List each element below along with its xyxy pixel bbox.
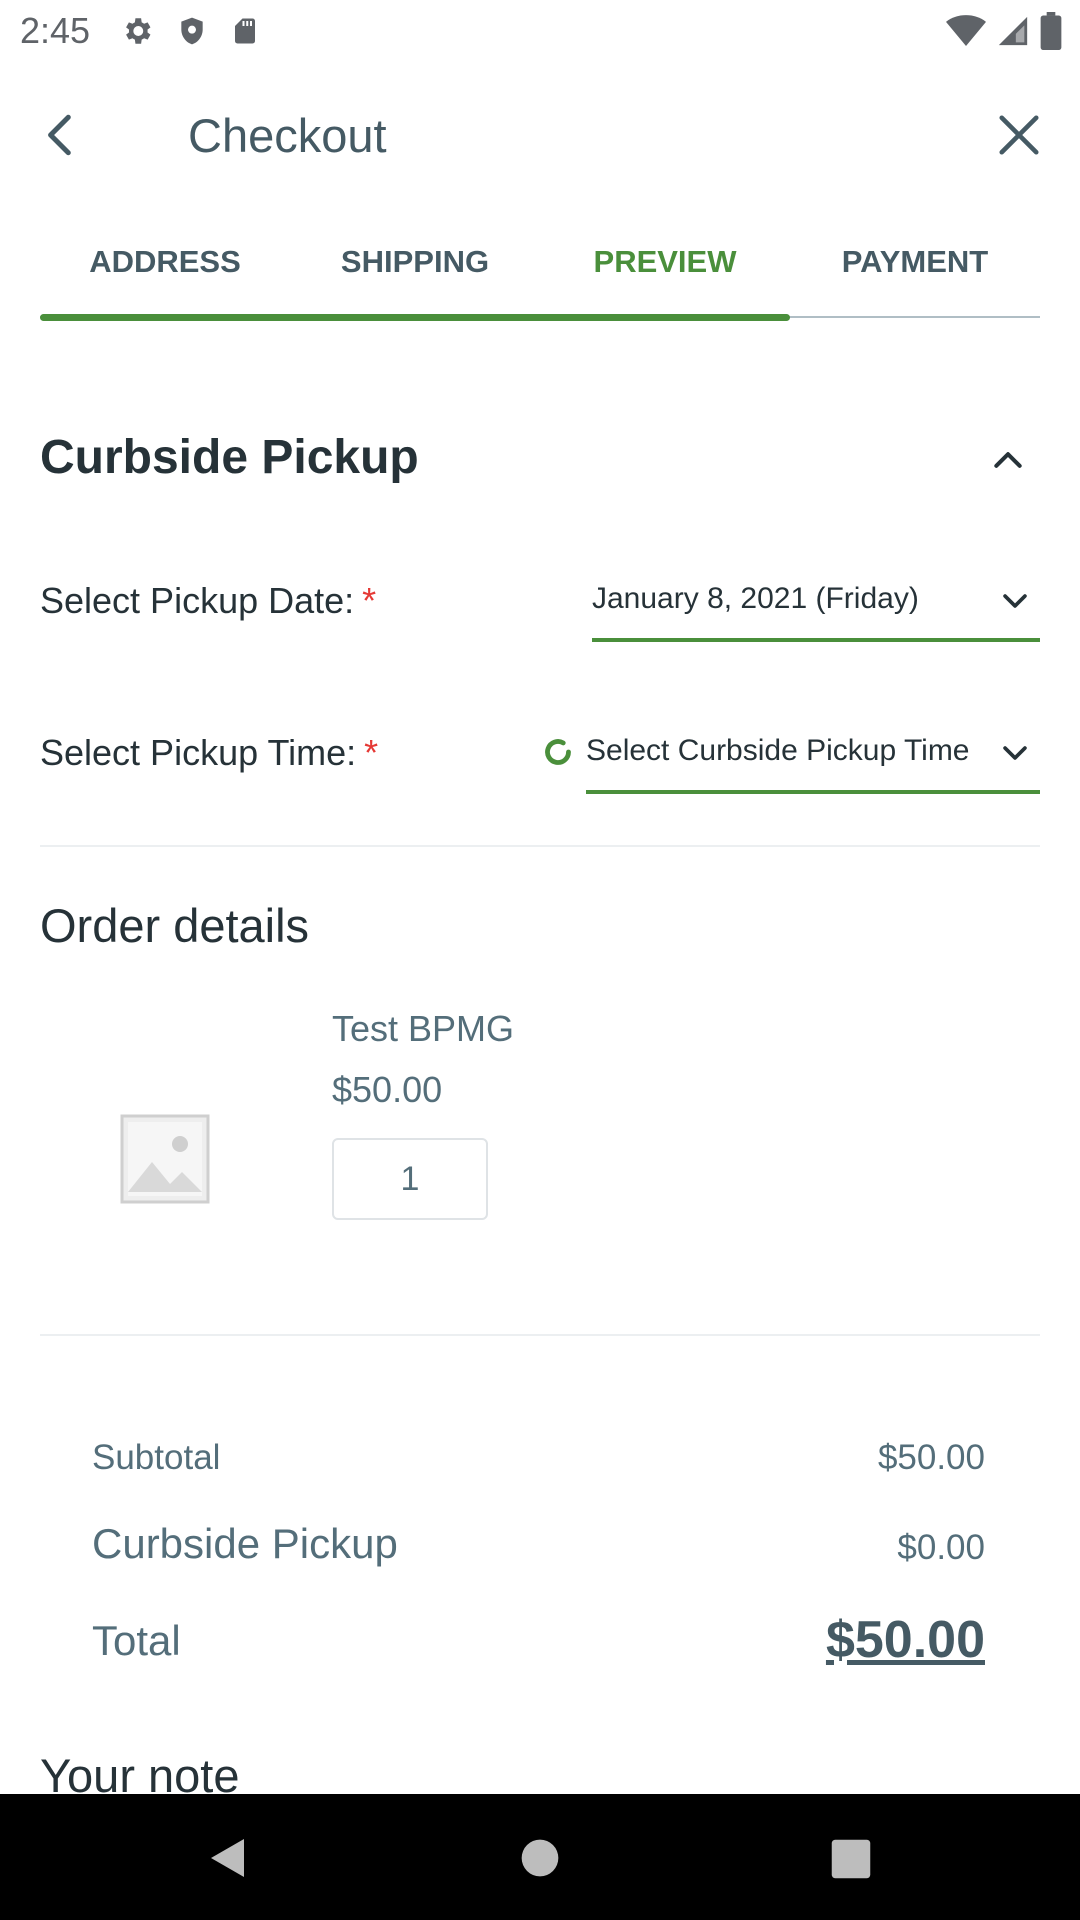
curbside-pickup-value: $0.00	[897, 1528, 985, 1567]
subtotal-label: Subtotal	[92, 1438, 221, 1477]
battery-icon	[1040, 12, 1062, 50]
tab-shipping[interactable]: SHIPPING	[290, 244, 540, 280]
subtotal-value: $50.00	[877, 1438, 985, 1477]
pickup-time-placeholder: Select Curbside Pickup Time	[586, 734, 970, 767]
divider	[40, 1334, 1040, 1336]
nav-recents-icon[interactable]	[830, 1838, 872, 1880]
wifi-icon	[946, 15, 986, 46]
status-right-icons	[946, 12, 1062, 50]
status-time: 2:45	[20, 10, 91, 51]
required-mark: *	[364, 732, 379, 773]
pickup-time-label: Select Pickup Time: *	[40, 732, 378, 774]
quantity-input[interactable]: 1	[332, 1138, 488, 1220]
chevron-down-icon	[1003, 594, 1027, 608]
product-price: $50.00	[332, 1069, 443, 1110]
shield-icon	[181, 17, 203, 45]
loading-spinner-icon	[545, 739, 571, 765]
pickup-date-label: Select Pickup Date: *	[40, 580, 376, 622]
total-label: Total	[92, 1617, 181, 1664]
page-title: Checkout	[188, 109, 387, 162]
divider	[40, 845, 1040, 847]
pickup-date-label-text: Select Pickup Date:	[40, 580, 355, 621]
checkout-steps-tabs: ADDRESS SHIPPING PREVIEW PAYMENT	[40, 230, 1040, 324]
order-details-heading: Order details	[40, 899, 310, 952]
nav-back-icon[interactable]	[204, 1834, 252, 1882]
pickup-time-select[interactable]: Select Curbside Pickup Time	[586, 712, 1040, 794]
gear-icon	[126, 18, 151, 44]
app-bar: Checkout	[0, 64, 1080, 208]
tab-progress-bar	[40, 314, 790, 321]
pickup-date-select[interactable]: January 8, 2021 (Friday)	[592, 560, 1040, 642]
nav-home-icon[interactable]	[520, 1838, 560, 1878]
pickup-date-value: January 8, 2021 (Friday)	[592, 582, 919, 615]
navigation-bar	[0, 1794, 1080, 1920]
section-title: Curbside Pickup	[40, 431, 419, 484]
pickup-time-label-text: Select Pickup Time:	[40, 732, 357, 773]
required-mark: *	[362, 580, 377, 621]
product-name: Test BPMG	[332, 1008, 515, 1049]
chevron-up-icon[interactable]	[988, 440, 1028, 480]
tab-preview[interactable]: PREVIEW	[540, 244, 790, 280]
close-icon[interactable]	[996, 112, 1042, 158]
signal-icon	[998, 16, 1028, 46]
total-value: $50.00	[825, 1611, 985, 1669]
image-placeholder-icon	[120, 1114, 210, 1204]
status-left-icons	[120, 14, 260, 48]
tab-address[interactable]: ADDRESS	[40, 244, 290, 280]
chevron-down-icon	[1003, 746, 1027, 760]
back-icon[interactable]	[36, 110, 86, 160]
status-bar: 2:45	[0, 0, 1080, 64]
curbside-pickup-label: Curbside Pickup	[92, 1520, 398, 1567]
sd-card-icon	[235, 18, 255, 44]
tab-payment[interactable]: PAYMENT	[790, 244, 1040, 280]
